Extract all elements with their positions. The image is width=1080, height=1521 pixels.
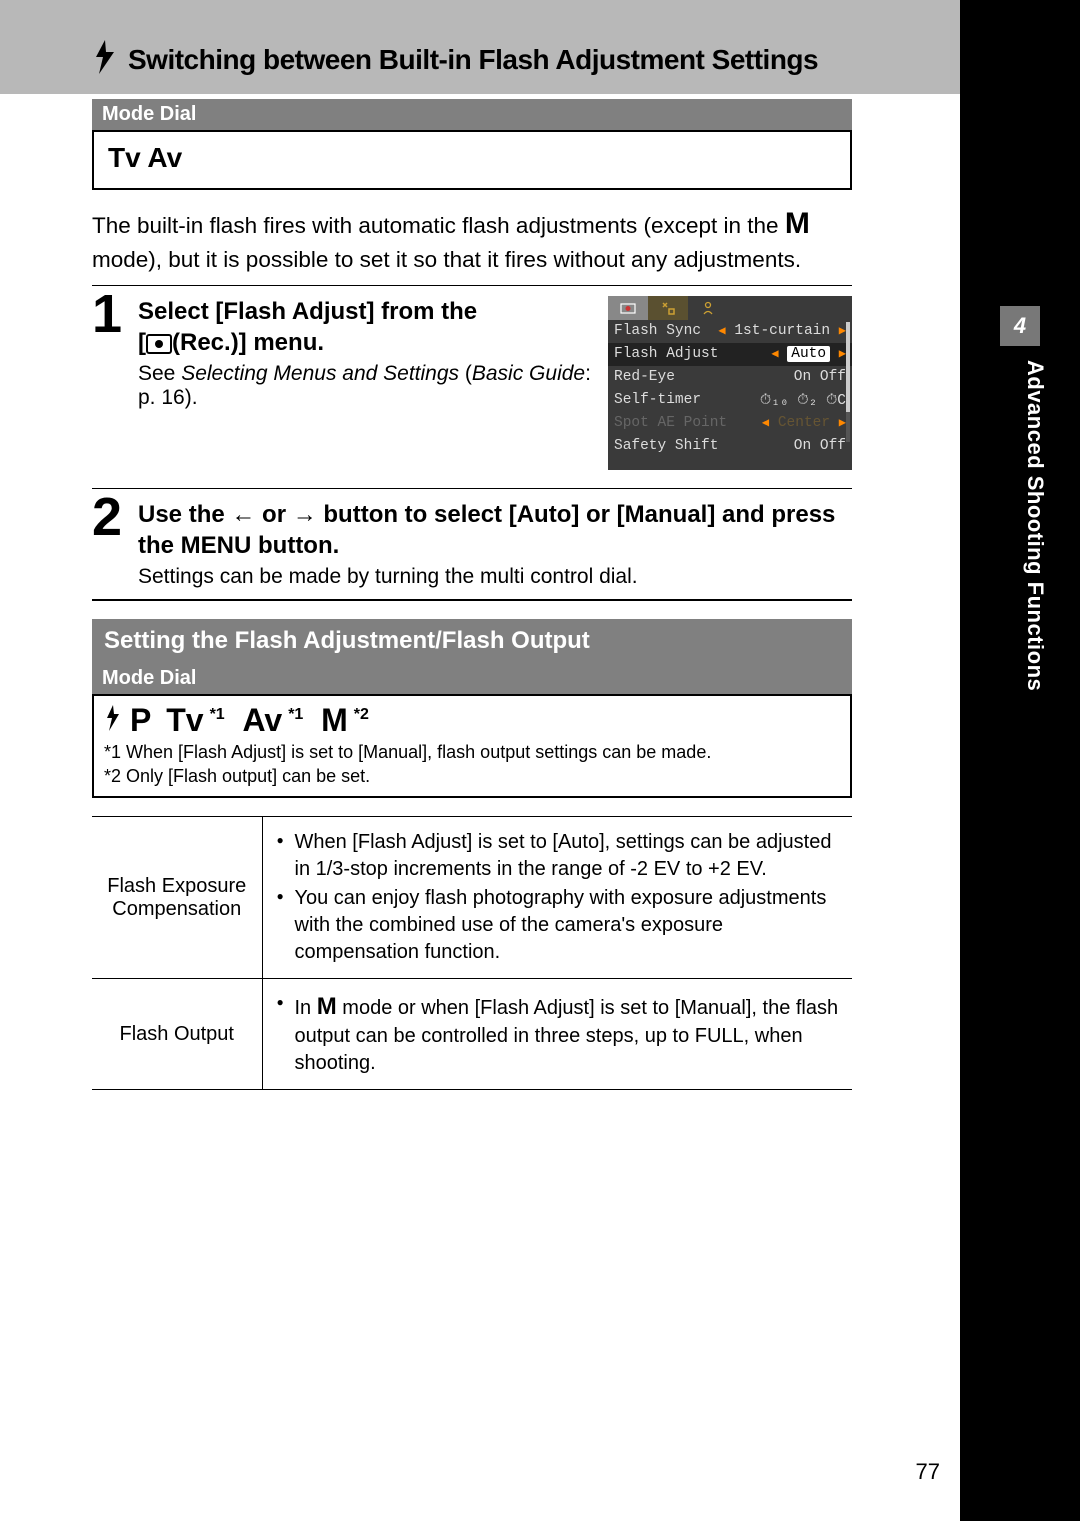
step-number: 1 — [92, 296, 126, 470]
mode-dial-label-2: Mode Dial — [92, 663, 852, 694]
menu-value: On Off — [794, 438, 846, 454]
s1t-em2: Basic Guide — [472, 362, 585, 385]
row2-b1: In M mode or when [Flash Adjust] is set … — [273, 991, 843, 1077]
camera-icon — [146, 334, 172, 354]
mode-av: Av — [242, 702, 282, 739]
menu-row: Red-Eye On Off — [608, 366, 852, 389]
step1-h-b: (Rec.)] menu. — [172, 329, 324, 356]
menu-value: ◀ Center ▶ — [762, 415, 846, 431]
step-2: 2 Use the ← or → button to select [Auto]… — [92, 499, 852, 589]
section-number: 4 — [1000, 306, 1040, 346]
step2-text: Settings can be made by turning the mult… — [138, 565, 852, 589]
s1t-em: Selecting Menus and Settings — [181, 362, 459, 385]
sup-2: *2 — [354, 706, 369, 724]
scrollbar-thumb — [846, 322, 850, 412]
menu-label: Flash Adjust — [614, 346, 718, 362]
mode-dial-label: Mode Dial — [92, 99, 852, 130]
menu-row: Flash Sync ◀ 1st-curtain ▶ — [608, 320, 852, 343]
bracket-open: [ — [138, 329, 146, 356]
divider — [92, 599, 852, 601]
tab-camera-icon — [608, 296, 648, 320]
row1-b2: You can enjoy flash photography with exp… — [273, 885, 843, 966]
mode-box: Tv Av — [92, 130, 852, 190]
step2-heading: Use the ← or → button to select [Auto] o… — [138, 499, 852, 561]
flash-icon — [104, 705, 122, 731]
menu-label: Red-Eye — [614, 369, 675, 385]
row1-body: When [Flash Adjust] is set to [Auto], se… — [262, 817, 852, 979]
m-icon: M — [317, 993, 337, 1020]
tab-tools-icon — [648, 296, 688, 320]
mode-p: P — [130, 702, 151, 739]
comparison-table: Flash Exposure Compensation When [Flash … — [92, 816, 852, 1090]
menu-label: Spot AE Point — [614, 415, 727, 431]
menu-label: Self-timer — [614, 392, 701, 408]
table-row: Flash Exposure Compensation When [Flash … — [92, 817, 852, 979]
row2-head: Flash Output — [92, 979, 262, 1090]
sup-1b: *1 — [288, 706, 303, 724]
r2-a: In — [295, 997, 317, 1019]
divider — [92, 285, 852, 286]
page-title: Switching between Built-in Flash Adjustm… — [128, 44, 818, 76]
table-row: Flash Output In M mode or when [Flash Ad… — [92, 979, 852, 1090]
row1-head: Flash Exposure Compensation — [92, 817, 262, 979]
menu-row: Self-timer ⏱₁₀ ⏱₂ ⏱C — [608, 389, 852, 412]
footnote-1: *1 When [Flash Adjust] is set to [Manual… — [104, 741, 840, 764]
mode-tv: Tv — [166, 702, 203, 739]
menu-value: ⏱₁₀ ⏱₂ ⏱C — [760, 392, 846, 409]
camera-menu-screenshot: Flash Sync ◀ 1st-curtain ▶Flash Adjust ◀ A… — [608, 296, 852, 470]
flash-icon — [92, 40, 118, 79]
intro-a: The built-in flash fires with automatic … — [92, 213, 785, 238]
menu-label: Flash Sync — [614, 323, 701, 339]
page-number: 77 — [916, 1459, 940, 1485]
arrow-right-icon: → — [293, 499, 317, 530]
menu-value: ◀ 1st-curtain ▶ — [718, 323, 846, 339]
step1-heading: Select [Flash Adjust] from the [ (Rec.)] … — [138, 296, 594, 358]
side-black-bar: 4 Advanced Shooting Functions — [960, 0, 1080, 1521]
row1-b1: When [Flash Adjust] is set to [Auto], se… — [273, 829, 843, 883]
menu-row: Flash Adjust ◀ Auto ▶ — [608, 343, 852, 366]
divider — [92, 488, 852, 489]
step-1: 1 Select [Flash Adjust] from the [ (Rec.)… — [92, 296, 852, 470]
row2-body: In M mode or when [Flash Adjust] is set … — [262, 979, 852, 1090]
step1-h-a: Select [Flash Adjust] from the — [138, 298, 477, 325]
section-label: Advanced Shooting Functions — [1022, 360, 1048, 691]
menu-row: Spot AE Point ◀ Center ▶ — [608, 412, 852, 435]
mode-m: M — [321, 702, 348, 739]
arrow-left-icon: ← — [231, 499, 255, 530]
s1t-a: See — [138, 362, 181, 385]
menu-label: Safety Shift — [614, 438, 718, 454]
footnotes: *1 When [Flash Adjust] is set to [Manual… — [104, 741, 840, 788]
intro-text: The built-in flash fires with automatic … — [92, 204, 852, 275]
mode-box-2: P Tv *1 Av *1 M *2 *1 When [Flash Adjust] i… — [92, 694, 852, 798]
footnote-2: *2 Only [Flash output] can be set. — [104, 765, 840, 788]
sup-1: *1 — [210, 706, 225, 724]
step1-text: See Selecting Menus and Settings (Basic … — [138, 362, 594, 410]
r2-b: mode or when [Flash Adjust] is set to [M… — [295, 997, 839, 1074]
tab-person-icon — [688, 296, 728, 320]
s2-a: Use the — [138, 501, 231, 528]
s2-b: or — [255, 501, 292, 528]
section-heading: Setting the Flash Adjustment/Flash Outpu… — [92, 619, 852, 663]
menu-row: Safety Shift On Off — [608, 435, 852, 458]
s1t-b: ( — [459, 362, 472, 385]
m-icon: M — [785, 207, 810, 240]
step-number: 2 — [92, 499, 126, 589]
intro-b: mode), but it is possible to set it so t… — [92, 247, 801, 272]
menu-value: On Off — [794, 369, 846, 385]
menu-value: ◀ Auto ▶ — [771, 346, 846, 362]
